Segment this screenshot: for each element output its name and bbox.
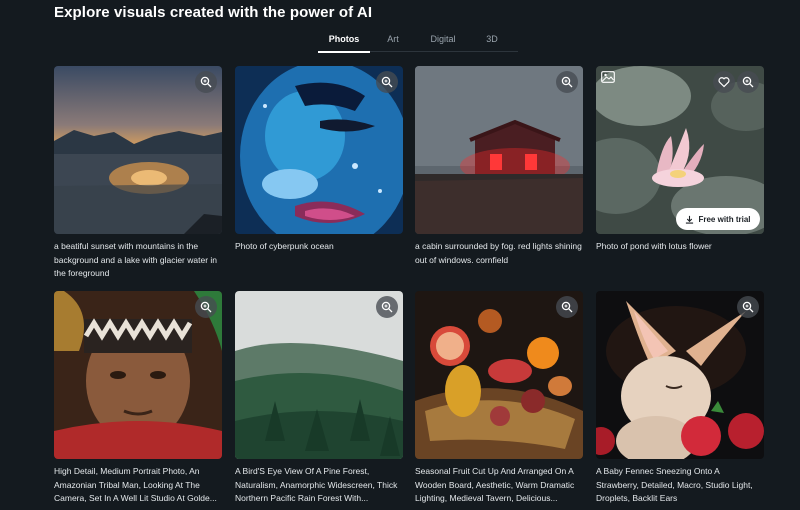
zoom-icon[interactable]	[737, 71, 759, 93]
tribal-portrait-image[interactable]	[54, 291, 222, 459]
card-caption: High Detail, Medium Portrait Photo, An A…	[54, 466, 217, 503]
zoom-icon[interactable]	[195, 296, 217, 318]
sunset-lake-image[interactable]	[54, 66, 222, 234]
gallery-card-tribal-man[interactable]: High Detail, Medium Portrait Photo, An A…	[54, 291, 222, 506]
tab-digital[interactable]: Digital	[416, 30, 470, 52]
image-type-icon	[601, 71, 615, 83]
gallery-card-cyberpunk[interactable]: Photo of cyberpunk ocean	[235, 66, 403, 254]
cyberpunk-face-image[interactable]	[235, 66, 403, 234]
zoom-icon[interactable]	[195, 71, 217, 93]
gallery-card-sunset[interactable]: a beatiful sunset with mountains in the …	[54, 66, 222, 281]
gallery-card-fennec[interactable]: A Baby Fennec Sneezing Onto A Strawberry…	[596, 291, 764, 506]
gallery-card-lotus[interactable]: Free with trial Photo of pond with lotus…	[596, 66, 764, 254]
zoom-icon[interactable]	[376, 71, 398, 93]
zoom-icon[interactable]	[556, 71, 578, 93]
card-caption: A Baby Fennec Sneezing Onto A Strawberry…	[596, 466, 753, 503]
tab-3d[interactable]: 3D	[470, 30, 514, 52]
card-caption: a beatiful sunset with mountains in the …	[54, 241, 218, 278]
gallery-card-fruit[interactable]: Seasonal Fruit Cut Up And Arranged On A …	[415, 291, 583, 506]
zoom-icon[interactable]	[376, 296, 398, 318]
pine-forest-image[interactable]	[235, 291, 403, 459]
category-tabs: Photos Art Digital 3D	[318, 30, 518, 53]
free-trial-label: Free with trial	[698, 214, 751, 224]
foggy-cabin-image[interactable]	[415, 66, 583, 234]
card-caption: Photo of pond with lotus flower	[596, 241, 712, 251]
card-caption: Photo of cyberpunk ocean	[235, 241, 334, 251]
page-title: Explore visuals created with the power o…	[54, 4, 373, 21]
card-caption: a cabin surrounded by fog. red lights sh…	[415, 241, 582, 265]
tab-photos[interactable]: Photos	[318, 30, 370, 53]
download-icon	[686, 215, 694, 224]
fennec-image[interactable]	[596, 291, 764, 459]
gallery-card-pine-forest[interactable]: A Bird'S Eye View Of A Pine Forest, Natu…	[235, 291, 403, 506]
gallery-card-cabin[interactable]: a cabin surrounded by fog. red lights sh…	[415, 66, 583, 267]
fruit-board-image[interactable]	[415, 291, 583, 459]
heart-icon[interactable]	[713, 71, 735, 93]
free-trial-button[interactable]: Free with trial	[676, 208, 760, 230]
zoom-icon[interactable]	[556, 296, 578, 318]
lotus-pond-image[interactable]: Free with trial	[596, 66, 764, 234]
zoom-icon[interactable]	[737, 296, 759, 318]
card-caption: Seasonal Fruit Cut Up And Arranged On A …	[415, 466, 575, 503]
card-caption: A Bird'S Eye View Of A Pine Forest, Natu…	[235, 466, 398, 503]
tab-art[interactable]: Art	[370, 30, 416, 52]
